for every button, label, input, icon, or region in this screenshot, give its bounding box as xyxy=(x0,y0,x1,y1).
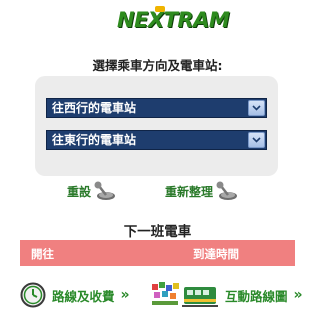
double-chevron-icon: » xyxy=(120,287,130,303)
next-tram-title: 下一班電車 xyxy=(123,224,192,240)
nextram-logo: NEXTRAM xyxy=(117,6,230,36)
logo-accent-mark xyxy=(155,6,165,12)
chevron-down-icon[interactable] xyxy=(248,100,265,116)
reset-label: 重設 xyxy=(67,184,92,199)
lever-switch-icon xyxy=(216,181,238,200)
logo-text: NEXTRAM xyxy=(117,8,230,32)
lever-switch-icon xyxy=(94,181,116,200)
interactive-map-label: 互動路線圖 xyxy=(225,288,288,304)
page-heading: 選擇乘車方向及電車站: xyxy=(92,58,223,73)
eastbound-select-value: 往東行的電車站 xyxy=(52,133,137,147)
refresh-label: 重新整理 xyxy=(165,184,214,199)
route-and-fare-link[interactable]: 路線及收費 » xyxy=(20,280,130,310)
next-tram-table-header: 開往 到達時間 xyxy=(20,240,295,266)
interactive-route-map-link[interactable]: 互動路線圖 » xyxy=(150,280,303,310)
clock-icon xyxy=(20,282,46,308)
column-header-destination: 開往 xyxy=(31,247,54,261)
direction-select-panel: 往西行的電車站 往東行的電車站 xyxy=(35,76,278,176)
route-and-fare-label: 路線及收費 xyxy=(52,288,115,304)
chevron-down-icon[interactable] xyxy=(248,132,265,148)
refresh-button[interactable]: 重新整理 xyxy=(165,180,240,202)
double-chevron-icon: » xyxy=(293,287,303,303)
eastbound-stop-select[interactable]: 往東行的電車站 xyxy=(46,130,267,150)
column-header-arrival-time: 到達時間 xyxy=(193,247,239,261)
westbound-select-value: 往西行的電車站 xyxy=(52,101,137,115)
reset-button[interactable]: 重設 xyxy=(67,180,118,202)
route-map-tram-icon xyxy=(152,282,218,307)
westbound-stop-select[interactable]: 往西行的電車站 xyxy=(46,98,267,118)
